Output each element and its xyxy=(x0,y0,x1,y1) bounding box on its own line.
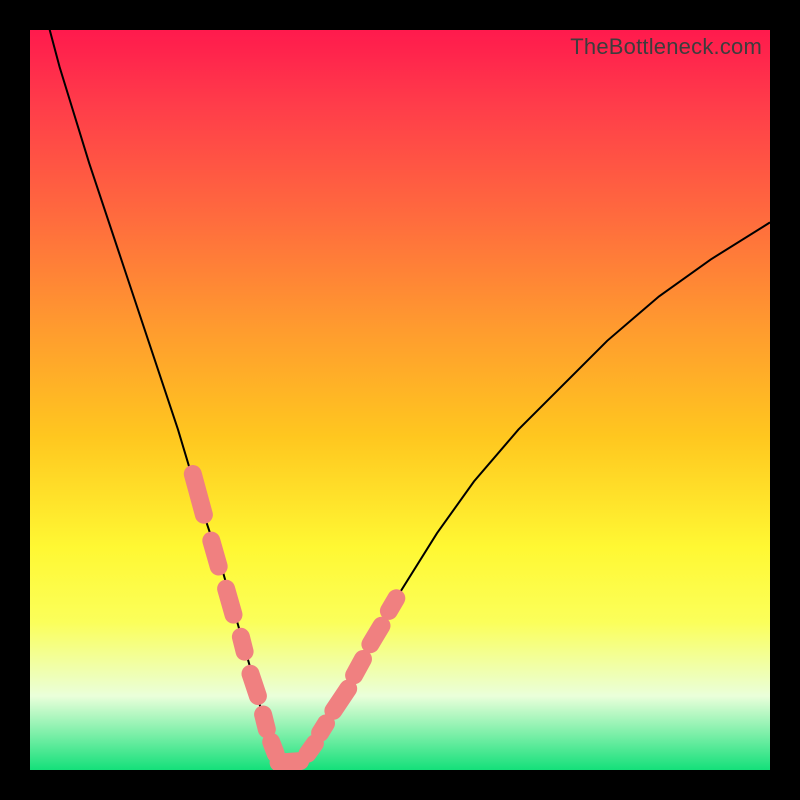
marker-segment xyxy=(370,626,381,645)
marker-segment xyxy=(320,723,326,733)
marker-segment xyxy=(279,761,301,763)
bottleneck-curve xyxy=(30,30,770,763)
marker-segment xyxy=(333,689,348,711)
marker-segment xyxy=(211,541,218,567)
marker-segment xyxy=(251,674,258,696)
marker-segments xyxy=(193,474,396,763)
marker-segment xyxy=(241,637,245,652)
chart-svg xyxy=(30,30,770,770)
watermark-text: TheBottleneck.com xyxy=(570,34,762,60)
marker-segment xyxy=(271,742,276,754)
marker-segment xyxy=(308,743,315,753)
marker-segment xyxy=(226,589,233,615)
marker-segment xyxy=(389,598,396,611)
marker-segment xyxy=(193,474,204,515)
marker-segment xyxy=(263,715,267,730)
chart-frame: TheBottleneck.com xyxy=(0,0,800,800)
plot-area: TheBottleneck.com xyxy=(30,30,770,770)
marker-segment xyxy=(354,659,363,675)
